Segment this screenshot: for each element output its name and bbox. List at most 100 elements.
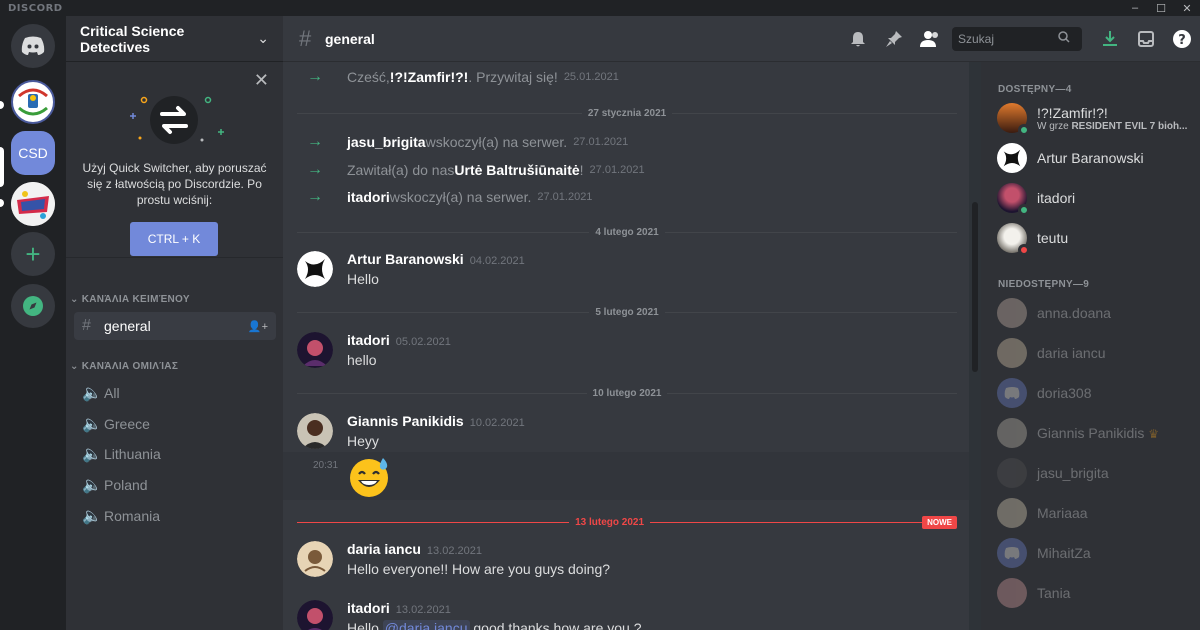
voice-channel-poland[interactable]: 🔈 Poland [74, 471, 276, 499]
avatar[interactable] [297, 541, 333, 577]
member-name: teutu [1037, 230, 1069, 246]
speaker-icon: 🔈 [82, 416, 102, 433]
avatar [997, 223, 1030, 256]
server-icon-3[interactable] [11, 182, 55, 226]
bell-icon[interactable] [840, 30, 876, 48]
add-server-button[interactable]: + [11, 232, 55, 276]
message-text: Hello [347, 271, 379, 287]
avatar [997, 458, 1027, 488]
online-status-icon [1018, 204, 1030, 216]
date-divider: 27 stycznia 2021 [297, 106, 958, 120]
message-scrollbar[interactable] [969, 62, 981, 630]
inbox-icon[interactable] [1128, 30, 1164, 48]
avatar [997, 338, 1027, 368]
crown-icon: ♛ [1148, 427, 1160, 441]
system-text: wskoczył(a) na serwer. [389, 189, 532, 205]
username[interactable]: jasu_brigita [347, 134, 426, 150]
system-message: → itadori wskoczył(a) na serwer. 27.01.20… [283, 185, 969, 209]
search-box[interactable] [952, 26, 1082, 51]
invite-user-icon[interactable]: 👤+ [248, 320, 268, 333]
timestamp: 13.02.2021 [395, 604, 451, 616]
date-divider: 5 lutego 2021 [297, 305, 958, 319]
member-item[interactable]: teutu [997, 220, 1197, 256]
text-channels-category[interactable]: ⌄ ΚΑΝΆΛΙΑ ΚΕΙΜΈΝΟΥ [70, 294, 190, 305]
message-author[interactable]: itadori [347, 600, 390, 616]
server-rail: CSD + [0, 16, 66, 630]
avatar[interactable] [297, 332, 333, 368]
member-name: Giannis Panikidis ♛ [1037, 425, 1160, 441]
member-name: Mariaaa [1037, 505, 1088, 521]
member-item[interactable]: itadori [997, 180, 1197, 216]
explore-servers-button[interactable] [11, 284, 55, 328]
ctrl-k-button[interactable]: CTRL + K [130, 222, 218, 256]
message-list: → Cześć, !?!Zamfir!?!. Przywitaj się! 25.… [283, 62, 969, 630]
member-name: anna.doana [1037, 305, 1111, 321]
date-label: 27 stycznia 2021 [587, 107, 667, 119]
voice-channels-category[interactable]: ⌄ ΚΑΝΆΛΙΑ ΟΜΙΛΊΑΣ [70, 361, 178, 372]
message-text: Hello @daria iancu good thanks how are y… [347, 620, 642, 630]
close-icon[interactable]: ✕ [254, 70, 269, 91]
channel-label: Poland [104, 477, 148, 493]
voice-channel-romania[interactable]: 🔈 Romania [74, 502, 276, 530]
avatar[interactable] [297, 600, 333, 630]
username[interactable]: Urtė Baltrušiūnaitė [454, 162, 579, 178]
channel-header: # general ? [283, 16, 1200, 62]
member-item[interactable]: !?!Zamfir!?! W grze RESIDENT EVIL 7 bioh… [997, 100, 1197, 136]
channel-general[interactable]: # general 👤+ [74, 312, 276, 340]
system-message: → Cześć, !?!Zamfir!?!. Przywitaj się! 25.… [283, 65, 969, 89]
server-unread-pill [0, 101, 4, 109]
download-icon[interactable] [1092, 30, 1128, 48]
date-label: 5 lutego 2021 [595, 306, 659, 318]
server-icon-1[interactable] [11, 80, 55, 124]
help-icon[interactable]: ? [1164, 29, 1200, 49]
username[interactable]: !?!Zamfir!?! [390, 69, 469, 85]
username[interactable]: itadori [347, 189, 390, 205]
scrollbar-thumb[interactable] [972, 202, 978, 372]
server-logo-icon [11, 182, 55, 226]
member-item[interactable]: Tania [997, 575, 1197, 611]
close-window-button[interactable]: ✕ [1174, 0, 1200, 16]
user-mention[interactable]: @daria iancu [382, 620, 470, 630]
system-text: ! [579, 162, 584, 178]
channel-label: Romania [104, 508, 161, 524]
message-hover-row[interactable]: 20:31 [283, 452, 969, 500]
system-message: → jasu_brigita wskoczył(a) na serwer. 27.… [283, 130, 969, 154]
member-item[interactable]: daria iancu [997, 335, 1197, 371]
message-author[interactable]: daria iancu [347, 541, 421, 557]
member-name: Artur Baranowski [1037, 150, 1144, 166]
guild-header[interactable]: Critical Science Detectives ⌄ [66, 16, 283, 62]
date-divider: 10 lutego 2021 [297, 386, 958, 400]
member-item[interactable]: MihaitZa [997, 535, 1197, 571]
server-icon-csd[interactable]: CSD [11, 131, 55, 175]
voice-channel-all[interactable]: 🔈 All [74, 379, 276, 407]
channel-label: All [104, 385, 120, 401]
message-author[interactable]: Giannis Panikidis [347, 413, 464, 429]
minimize-button[interactable]: – [1122, 0, 1148, 16]
hash-icon: # [299, 25, 312, 51]
member-list: DOSTĘPNY—4 !?!Zamfir!?! W grze RESIDENT … [981, 62, 1200, 630]
search-input[interactable] [958, 31, 1058, 46]
message-author[interactable]: Artur Baranowski [347, 251, 464, 267]
avatar [997, 538, 1027, 568]
member-item[interactable]: Giannis Panikidis ♛ [997, 415, 1197, 451]
member-item[interactable]: doria308 [997, 375, 1197, 411]
home-button[interactable] [11, 24, 55, 68]
voice-channel-greece[interactable]: 🔈 Greece [74, 410, 276, 438]
member-name: Tania [1037, 585, 1071, 601]
speaker-icon: 🔈 [82, 508, 102, 525]
avatar[interactable] [297, 251, 333, 287]
member-item[interactable]: Artur Baranowski [997, 140, 1197, 176]
pin-icon[interactable] [876, 30, 912, 48]
members-icon[interactable] [912, 30, 948, 48]
member-name: MihaitZa [1037, 545, 1091, 561]
member-item[interactable]: Mariaaa [997, 495, 1197, 531]
member-item[interactable]: jasu_brigita [997, 455, 1197, 491]
message-author[interactable]: itadori [347, 332, 390, 348]
avatar[interactable] [297, 413, 333, 449]
maximize-button[interactable]: ☐ [1148, 0, 1174, 16]
speaker-icon: 🔈 [82, 446, 102, 463]
timestamp: 27.01.2021 [573, 136, 629, 148]
member-item[interactable]: anna.doana [997, 295, 1197, 331]
discord-logo: DISCORD [8, 2, 63, 14]
voice-channel-lithuania[interactable]: 🔈 Lithuania [74, 440, 276, 468]
